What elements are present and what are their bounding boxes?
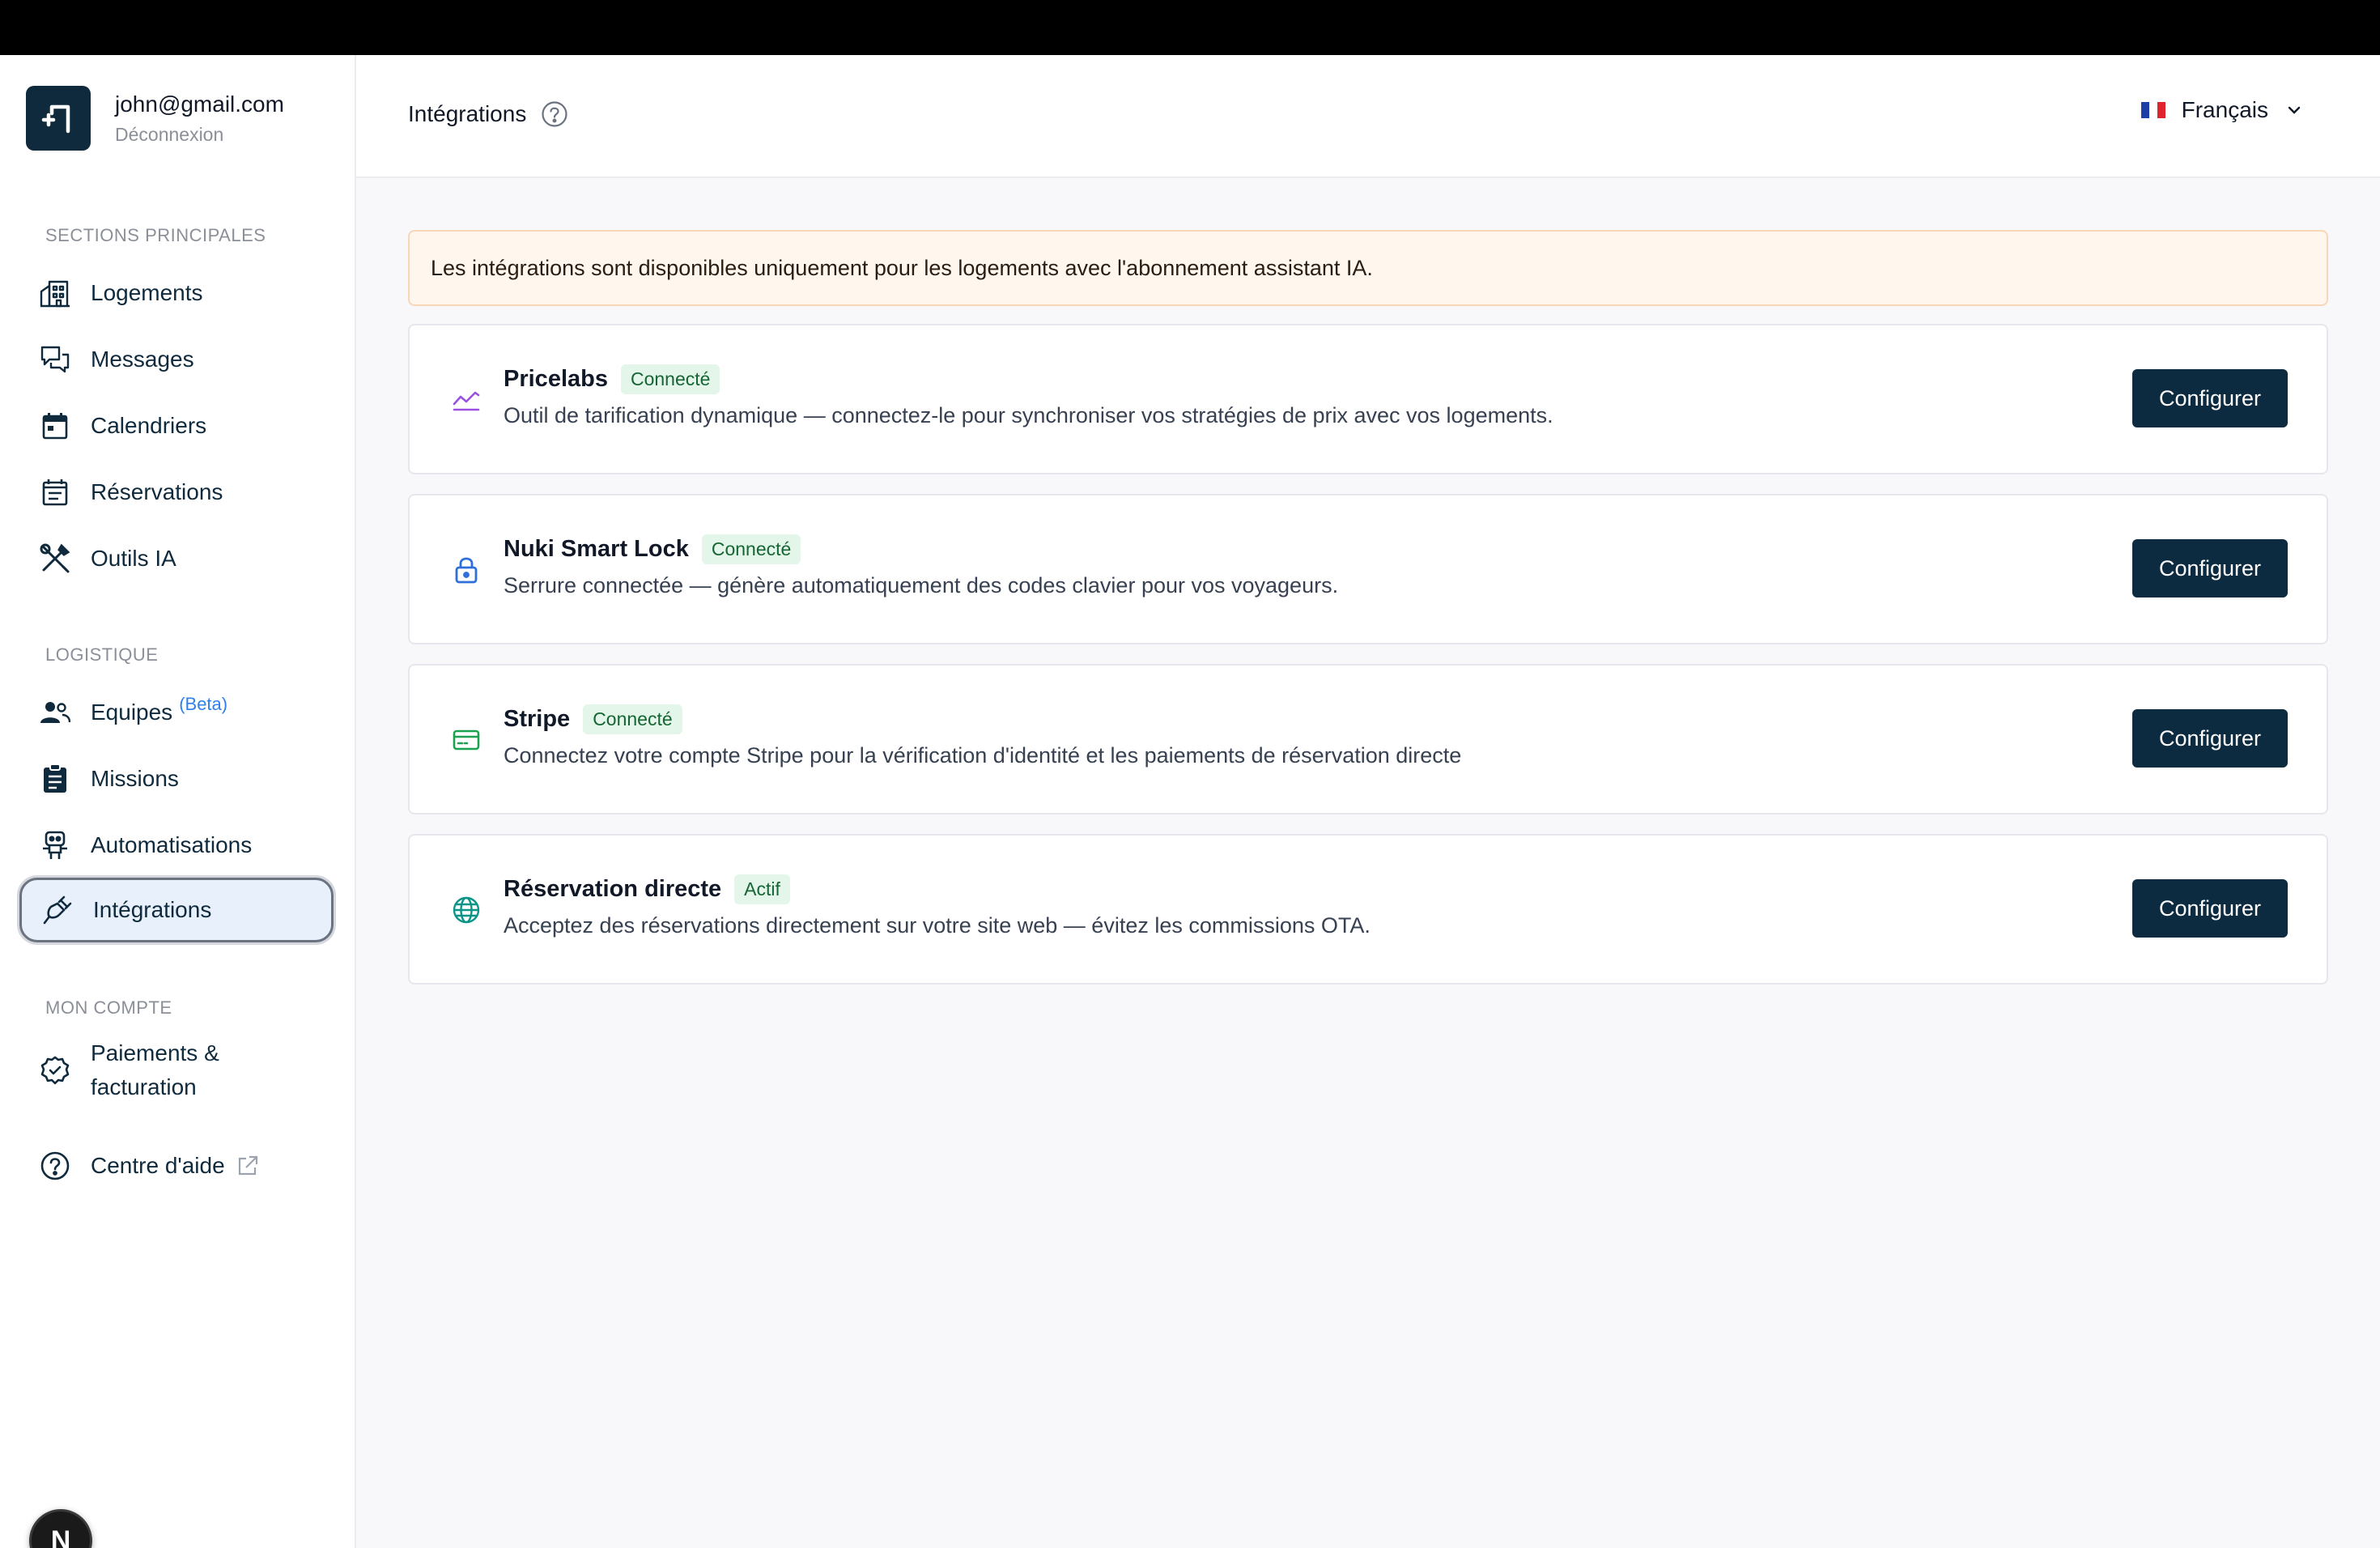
integration-card-stripe: Stripe Connecté Connectez votre compte S… — [408, 664, 2328, 814]
sidebar-item-logements[interactable]: Logements — [19, 261, 334, 325]
sidebar-item-calendriers[interactable]: Calendriers — [19, 393, 334, 458]
main-content: Les intégrations sont disponibles unique… — [356, 178, 2380, 1548]
users-icon — [39, 696, 71, 729]
beta-badge: (Beta) — [179, 694, 228, 714]
sidebar-item-reservations[interactable]: Réservations — [19, 460, 334, 525]
profile: john@gmail.com Déconnexion — [26, 86, 284, 151]
sidebar-item-label: Automatisations — [91, 832, 253, 857]
plug-icon — [41, 894, 74, 926]
building-icon — [39, 277, 71, 309]
sidebar-item-label: Equipes — [91, 700, 173, 725]
integration-description: Outil de tarification dynamique — connec… — [504, 403, 1553, 427]
calendar-list-icon — [39, 476, 71, 508]
language-label: Français — [2181, 97, 2268, 122]
sidebar-item-label: Logements — [91, 280, 203, 305]
sidebar-item-label: Réservations — [91, 479, 223, 504]
integration-name: Nuki Smart Lock — [504, 536, 689, 562]
sidebar-item-label: Missions — [91, 766, 179, 791]
sidebar: john@gmail.com Déconnexion SECTIONS PRIN… — [0, 55, 356, 1548]
info-banner: Les intégrations sont disponibles unique… — [408, 230, 2328, 306]
language-selector[interactable]: Français — [2140, 97, 2302, 123]
clipboard-icon — [39, 763, 71, 795]
integration-description: Connectez votre compte Stripe pour la vé… — [504, 743, 1462, 768]
integration-card-pricelabs: Pricelabs Connecté Outil de tarification… — [408, 324, 2328, 474]
sidebar-item-automatisations[interactable]: Automatisations — [19, 813, 334, 878]
integration-card-nuki: Nuki Smart Lock Connecté Serrure connect… — [408, 494, 2328, 644]
external-link-icon — [236, 1155, 259, 1177]
sidebar-item-label: Paiements & facturation — [91, 1036, 219, 1104]
sidebar-item-label: Calendriers — [91, 413, 207, 438]
status-badge: Connecté — [620, 364, 720, 394]
configure-button[interactable]: Configurer — [2132, 879, 2288, 938]
france-flag-icon — [2140, 102, 2165, 118]
sidebar-item-aide[interactable]: Centre d'aide — [19, 1133, 334, 1198]
card-title-row: Réservation directe Actif — [504, 874, 790, 904]
integration-name: Réservation directe — [504, 876, 722, 902]
chevron-down-icon — [2286, 104, 2302, 116]
logout-link[interactable]: Déconnexion — [115, 124, 284, 146]
configure-button[interactable]: Configurer — [2132, 539, 2288, 598]
globe-icon — [450, 894, 482, 926]
paiements-line-2: facturation — [91, 1074, 197, 1099]
lock-icon — [450, 554, 482, 586]
chart-line-icon — [450, 384, 482, 416]
sidebar-item-outils-ia[interactable]: Outils IA — [19, 526, 334, 591]
top-black-bar — [0, 0, 2380, 55]
sidebar-item-label: Messages — [91, 347, 194, 372]
status-badge: Connecté — [701, 534, 801, 564]
section-label-account: MON COMPTE — [45, 997, 172, 1018]
status-badge: Actif — [734, 874, 790, 904]
card-title-row: Stripe Connecté — [504, 704, 682, 734]
configure-button[interactable]: Configurer — [2132, 709, 2288, 768]
sidebar-item-label: Intégrations — [93, 897, 212, 922]
nextjs-badge[interactable]: N — [29, 1509, 92, 1548]
configure-button[interactable]: Configurer — [2132, 369, 2288, 427]
integration-description: Serrure connectée — génère automatiqueme… — [504, 573, 1339, 598]
section-label-logistics: LOGISTIQUE — [45, 644, 159, 665]
integration-name: Pricelabs — [504, 366, 608, 392]
sidebar-item-label: Outils IA — [91, 546, 176, 571]
badge-check-icon — [39, 1054, 71, 1087]
card-icon — [450, 724, 482, 756]
integration-card-reservation-directe: Réservation directe Actif Acceptez des r… — [408, 834, 2328, 985]
help-circle-icon — [39, 1150, 71, 1182]
paiements-line-1: Paiements & — [91, 1040, 219, 1065]
app-logo[interactable] — [26, 86, 91, 151]
sidebar-item-paiements[interactable]: Paiements & facturation — [19, 1030, 334, 1111]
integration-description: Acceptez des réservations directement su… — [504, 913, 1371, 938]
sidebar-item-equipes[interactable]: Equipes (Beta) — [19, 680, 334, 745]
card-title-row: Pricelabs Connecté — [504, 364, 720, 394]
sidebar-item-label: Centre d'aide — [91, 1153, 225, 1178]
chat-bubbles-icon — [39, 343, 71, 376]
card-title-row: Nuki Smart Lock Connecté — [504, 534, 801, 564]
page-title: Intégrations — [408, 101, 527, 126]
calendar-icon — [39, 410, 71, 442]
sidebar-item-missions[interactable]: Missions — [19, 746, 334, 811]
robot-icon — [39, 829, 71, 861]
status-badge: Connecté — [583, 704, 682, 734]
help-icon[interactable] — [541, 100, 568, 128]
integration-name: Stripe — [504, 706, 571, 732]
page-title-row: Intégrations — [408, 100, 568, 128]
sidebar-item-messages[interactable]: Messages — [19, 327, 334, 392]
header: Intégrations Français — [356, 55, 2380, 178]
sidebar-item-integrations[interactable]: Intégrations — [19, 878, 334, 942]
user-email: john@gmail.com — [115, 91, 284, 117]
tools-icon — [39, 542, 71, 575]
section-label-main: SECTIONS PRINCIPALES — [45, 225, 266, 245]
